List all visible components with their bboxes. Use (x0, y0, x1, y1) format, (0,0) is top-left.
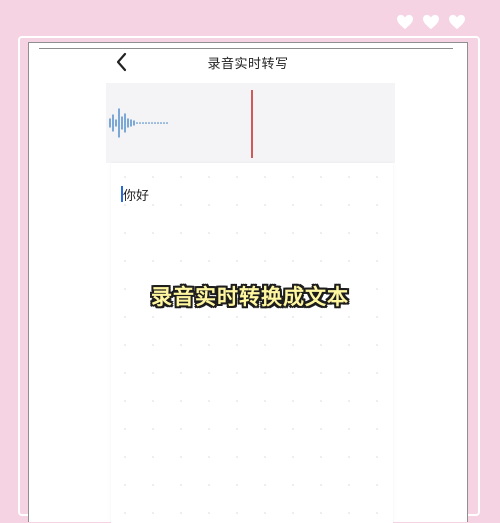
overlay-caption: 录音实时转换成文本 (151, 285, 349, 309)
page-title: 录音实时转写 (207, 57, 289, 72)
heart-icon (397, 14, 413, 30)
heart-icon (449, 14, 465, 30)
transcript-text: 你好 (123, 189, 150, 204)
recording-waveform-panel (106, 83, 395, 163)
hearts-decoration (396, 14, 466, 30)
top-bar: 录音实时转写 (29, 43, 467, 83)
audio-waveform (109, 108, 168, 138)
transcript-area[interactable]: 你好 (111, 163, 393, 523)
recording-playhead[interactable] (251, 90, 253, 158)
heart-icon (423, 14, 439, 30)
